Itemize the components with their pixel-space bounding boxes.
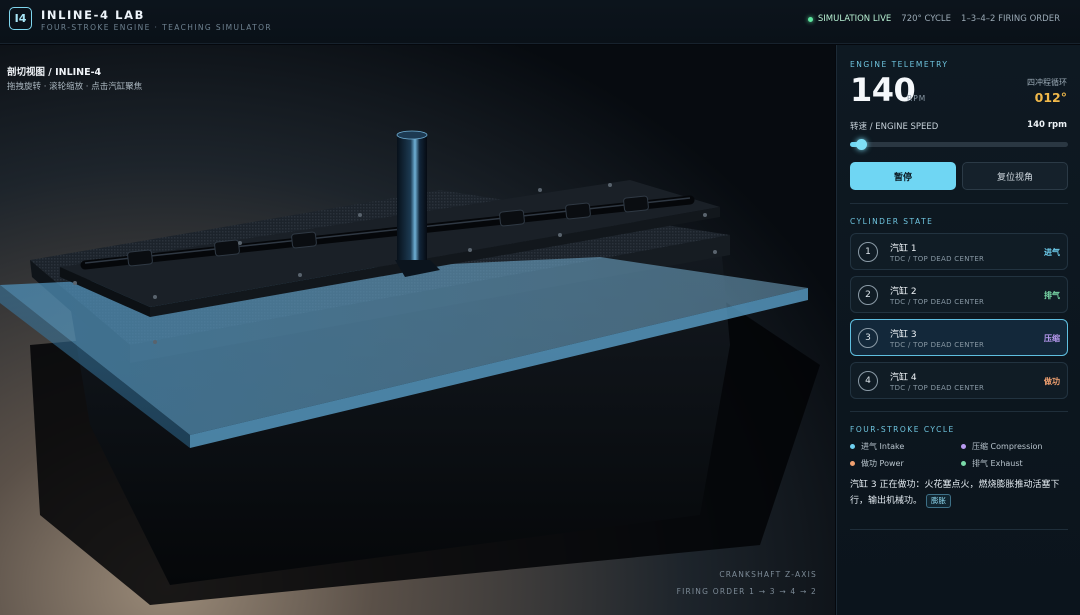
cylinder-position: TDC / TOP DEAD CENTER <box>890 298 985 306</box>
cylinder-card-4[interactable]: 4 汽缸 4 TDC / TOP DEAD CENTER 做功 <box>850 362 1068 399</box>
legend-label: 压缩 Compression <box>972 442 1043 451</box>
legend-intake: 进气 Intake <box>850 441 904 452</box>
legend-power: 做功 Power <box>850 458 904 469</box>
cylinder-number: 2 <box>858 285 878 305</box>
stroke-description-text: 汽缸 3 正在做功：火花塞点火，燃烧膨胀推动活塞下行，输出机械功。 <box>850 480 1060 506</box>
power-dot-icon <box>850 461 855 466</box>
speed-label: 转速 / ENGINE SPEED <box>850 122 939 132</box>
stroke-description: 汽缸 3 正在做功：火花塞点火，燃烧膨胀推动活塞下行，输出机械功。 膨胀 <box>850 477 1062 509</box>
cycle-angle: 012° <box>1034 90 1067 105</box>
rpm-value: 140 <box>850 71 916 109</box>
pause-button[interactable]: 暂停 <box>850 162 956 190</box>
live-status: SIMULATION LIVE <box>807 14 892 24</box>
app-header: I4 INLINE-4 LAB FOUR-STROKE ENGINE · TEA… <box>0 0 1080 44</box>
status-bar: SIMULATION LIVE 720° CYCLE 1–3–4–2 FIRIN… <box>807 14 1060 24</box>
cylinder-card-3[interactable]: 3 汽缸 3 TDC / TOP DEAD CENTER 压缩 <box>850 319 1068 356</box>
cylinder-stroke: 进气 <box>1044 248 1060 257</box>
axis-caption: CRANKSHAFT Z-AXIS <box>719 570 817 579</box>
cylinder-card-2[interactable]: 2 汽缸 2 TDC / TOP DEAD CENTER 排气 <box>850 276 1068 313</box>
app-title: INLINE-4 LAB <box>41 8 145 22</box>
intake-pipe <box>397 135 427 263</box>
firing-status: 1–3–4–2 FIRING ORDER <box>961 14 1060 24</box>
cylinder-heading: CYLINDER STATE <box>850 217 934 226</box>
cylinder-position: TDC / TOP DEAD CENTER <box>890 384 985 392</box>
cylinder-name: 汽缸 2 <box>890 287 917 297</box>
intake-dot-icon <box>850 444 855 449</box>
divider <box>850 411 1068 412</box>
cycle-status: 720° CYCLE <box>901 14 952 24</box>
legend-label: 做功 Power <box>861 459 904 468</box>
cylinder-name: 汽缸 3 <box>890 330 917 340</box>
cycle-heading: FOUR-STROKE CYCLE <box>850 425 955 434</box>
legend-compression: 压缩 Compression <box>961 441 1042 452</box>
cylinder-position: TDC / TOP DEAD CENTER <box>890 255 985 263</box>
cylinder-stroke: 做功 <box>1044 377 1060 386</box>
stroke-tag: 膨胀 <box>926 494 952 508</box>
live-status-label: SIMULATION LIVE <box>817 14 892 24</box>
reset-view-button[interactable]: 复位视角 <box>962 162 1068 190</box>
legend-label: 排气 Exhaust <box>972 459 1023 468</box>
speed-slider[interactable] <box>850 139 1068 150</box>
live-dot-icon <box>807 16 813 22</box>
legend-label: 进气 Intake <box>861 442 905 451</box>
engine-render[interactable] <box>0 45 835 615</box>
speed-value: 140 rpm <box>1027 120 1067 130</box>
compression-dot-icon <box>961 444 966 449</box>
viewport-hint: 拖拽旋转 · 滚轮缩放 · 点击汽缸聚焦 <box>7 82 143 92</box>
rpm-unit: RPM <box>907 94 927 103</box>
cylinder-number: 3 <box>858 328 878 348</box>
engine-viewport[interactable]: 剖切视图 / INLINE-4 拖拽旋转 · 滚轮缩放 · 点击汽缸聚焦 CRA… <box>0 45 835 615</box>
telemetry-heading: ENGINE TELEMETRY <box>850 60 949 69</box>
cylinder-stroke: 排气 <box>1044 291 1060 300</box>
cylinder-name: 汽缸 4 <box>890 373 917 383</box>
divider <box>850 529 1068 530</box>
speed-slider-thumb[interactable] <box>855 139 867 150</box>
cylinder-card-1[interactable]: 1 汽缸 1 TDC / TOP DEAD CENTER 进气 <box>850 233 1068 270</box>
control-panel: ENGINE TELEMETRY 140 RPM 四冲程循环 012° 转速 /… <box>836 45 1080 615</box>
firing-order-caption: FIRING ORDER 1 → 3 → 4 → 2 <box>676 587 817 596</box>
cylinder-name: 汽缸 1 <box>890 244 917 254</box>
cylinder-number: 4 <box>858 371 878 391</box>
app-logo: I4 <box>9 7 32 30</box>
app-subtitle: FOUR-STROKE ENGINE · TEACHING SIMULATOR <box>41 23 273 32</box>
cycle-label: 四冲程循环 <box>1027 78 1067 87</box>
legend-exhaust: 排气 Exhaust <box>961 458 1023 469</box>
cylinder-position: TDC / TOP DEAD CENTER <box>890 341 985 349</box>
exhaust-dot-icon <box>961 461 966 466</box>
cylinder-stroke: 压缩 <box>1044 334 1060 343</box>
viewport-title: 剖切视图 / INLINE-4 <box>7 67 102 78</box>
divider <box>850 203 1068 204</box>
cylinder-number: 1 <box>858 242 878 262</box>
